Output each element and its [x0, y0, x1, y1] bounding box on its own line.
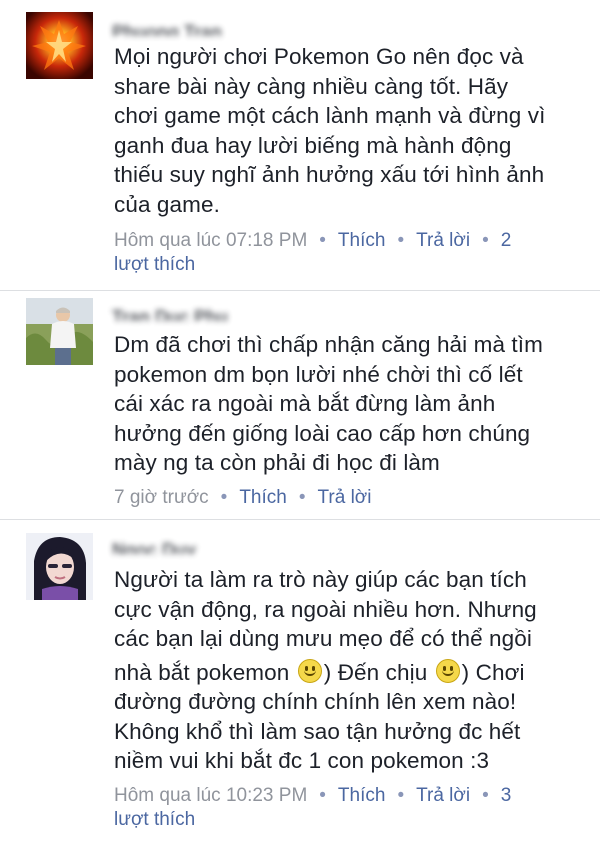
girl-photo-icon[interactable] [26, 533, 93, 600]
comment-1: Phuong Tran Mọi người chơi Pokemon Go nê… [0, 0, 600, 290]
reply-link[interactable]: Trả lời [318, 487, 372, 508]
likes-count[interactable]: 2 [501, 230, 512, 251]
smile-emoji-icon [435, 658, 460, 683]
comment-meta: Hôm qua lúc 07:18 PM • Thích • Trả lời • 2 lượ… [114, 230, 512, 275]
comment-2: Tran Duc Phu Dm đã chơi thì chấp nhận că… [0, 291, 600, 519]
comment-time[interactable]: Hôm qua lúc 07:18 PM [114, 230, 307, 251]
comment-meta: 7 giờ trước • Thích • Trả lời [114, 487, 372, 508]
comment-time[interactable]: Hôm qua lúc 10:23 PM [114, 785, 307, 806]
comment-author[interactable]: Phuong Tran [112, 22, 222, 36]
reply-link[interactable]: Trả lời [416, 785, 470, 806]
comment-meta: Hôm qua lúc 10:23 PM • Thích • Trả lời • 3 lượ… [114, 785, 512, 830]
like-link[interactable]: Thích [338, 785, 386, 806]
person-photo-icon[interactable] [26, 298, 93, 365]
emoji-line: nhà bắt pokemon ) Đến chịu ) Chơi [114, 658, 525, 685]
comment-body: Mọi người chơi Pokemon Go nên đọc và sha… [114, 44, 546, 217]
likes-count[interactable]: 3 [501, 785, 512, 806]
reply-link[interactable]: Trả lời [416, 230, 470, 251]
comment-body: Người ta làm ra trò này giúp các bạn tíc… [114, 565, 584, 776]
comment-body: Dm đã chơi thì chấp nhận căng hải mà tìm… [114, 332, 543, 475]
smile-emoji-icon [297, 658, 322, 683]
comment-time[interactable]: 7 giờ trước [114, 487, 209, 508]
like-link[interactable]: Thích [338, 230, 386, 251]
like-link[interactable]: Thích [239, 487, 287, 508]
likes-word[interactable]: lượt thích [114, 254, 195, 275]
likes-word[interactable]: lượt thích [114, 809, 195, 830]
comment-author[interactable]: Ngoc Duy [112, 540, 196, 554]
comment-3: Ngoc Duy Người ta làm ra trò này giúp cá… [0, 520, 600, 843]
phoenix-fire-icon[interactable] [26, 12, 93, 79]
comment-author[interactable]: Tran Duc Phu [112, 307, 228, 321]
